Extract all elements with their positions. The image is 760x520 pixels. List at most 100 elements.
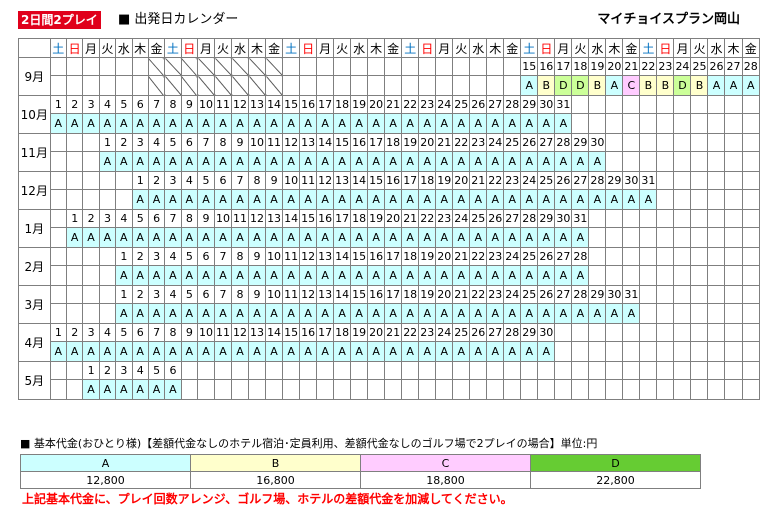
price-code[interactable]: A: [333, 189, 352, 210]
price-code[interactable]: A: [65, 113, 84, 134]
price-code[interactable]: A: [115, 341, 133, 362]
price-code[interactable]: A: [299, 151, 318, 172]
price-code[interactable]: A: [537, 341, 556, 362]
price-code[interactable]: A: [384, 265, 403, 286]
price-code[interactable]: A: [82, 341, 100, 362]
price-code[interactable]: A: [503, 265, 522, 286]
price-code[interactable]: A: [164, 151, 182, 172]
price-code[interactable]: A: [265, 227, 284, 248]
price-code[interactable]: A: [214, 189, 233, 210]
price-code[interactable]: A: [724, 75, 743, 96]
price-code[interactable]: A: [486, 151, 505, 172]
price-code[interactable]: A: [605, 75, 624, 96]
price-code[interactable]: A: [131, 189, 149, 210]
price-code[interactable]: A: [520, 227, 539, 248]
price-code[interactable]: A: [231, 341, 250, 362]
price-code[interactable]: A: [131, 151, 149, 172]
price-code[interactable]: A: [131, 379, 149, 400]
price-code[interactable]: A: [537, 303, 556, 324]
price-code[interactable]: A: [469, 265, 488, 286]
price-code[interactable]: A: [115, 227, 133, 248]
price-code[interactable]: A: [231, 151, 250, 172]
price-code[interactable]: A: [316, 341, 335, 362]
price-code[interactable]: A: [520, 303, 539, 324]
price-code[interactable]: A: [435, 341, 454, 362]
price-code[interactable]: A: [520, 341, 539, 362]
price-code[interactable]: A: [316, 227, 335, 248]
price-code[interactable]: A: [180, 341, 199, 362]
price-code[interactable]: A: [554, 151, 573, 172]
price-code[interactable]: A: [367, 227, 386, 248]
price-code[interactable]: A: [367, 151, 386, 172]
price-code[interactable]: A: [367, 113, 386, 134]
price-code[interactable]: A: [299, 113, 318, 134]
price-code[interactable]: A: [164, 113, 182, 134]
price-code[interactable]: A: [115, 265, 133, 286]
price-code[interactable]: A: [164, 189, 182, 210]
price-code[interactable]: A: [384, 303, 403, 324]
price-code[interactable]: A: [350, 303, 369, 324]
price-code[interactable]: A: [605, 189, 624, 210]
price-code[interactable]: B: [690, 75, 709, 96]
price-code[interactable]: A: [401, 303, 420, 324]
price-code[interactable]: A: [452, 151, 471, 172]
price-code[interactable]: A: [231, 303, 250, 324]
price-code[interactable]: A: [333, 303, 352, 324]
price-code[interactable]: A: [554, 113, 573, 134]
price-code[interactable]: A: [384, 341, 403, 362]
price-code[interactable]: A: [435, 151, 454, 172]
price-code[interactable]: A: [333, 113, 352, 134]
price-code[interactable]: A: [554, 265, 573, 286]
price-code[interactable]: A: [299, 341, 318, 362]
price-code[interactable]: A: [316, 151, 335, 172]
price-code[interactable]: A: [299, 189, 318, 210]
price-code[interactable]: A: [486, 113, 505, 134]
price-code[interactable]: A: [147, 151, 166, 172]
price-code[interactable]: A: [265, 341, 284, 362]
price-code[interactable]: A: [131, 303, 149, 324]
price-code[interactable]: A: [571, 303, 590, 324]
price-code[interactable]: A: [401, 227, 420, 248]
price-code[interactable]: A: [571, 189, 590, 210]
price-code[interactable]: C: [622, 75, 641, 96]
price-code[interactable]: A: [82, 379, 100, 400]
price-code[interactable]: A: [196, 341, 216, 362]
price-code[interactable]: A: [265, 303, 284, 324]
price-code[interactable]: A: [367, 189, 386, 210]
price-code[interactable]: A: [537, 151, 556, 172]
price-code[interactable]: A: [418, 265, 437, 286]
price-code[interactable]: A: [214, 265, 233, 286]
price-code[interactable]: A: [469, 341, 488, 362]
price-code[interactable]: A: [350, 265, 369, 286]
price-code[interactable]: A: [333, 341, 352, 362]
price-code[interactable]: A: [333, 151, 352, 172]
price-code[interactable]: A: [196, 303, 216, 324]
price-code[interactable]: A: [418, 151, 437, 172]
price-code[interactable]: A: [401, 341, 420, 362]
price-code[interactable]: A: [622, 189, 641, 210]
price-code[interactable]: A: [265, 113, 284, 134]
price-code[interactable]: A: [248, 265, 267, 286]
price-code[interactable]: A: [418, 227, 437, 248]
price-code[interactable]: A: [164, 379, 182, 400]
price-code[interactable]: A: [316, 189, 335, 210]
price-code[interactable]: A: [282, 227, 301, 248]
price-code[interactable]: A: [418, 341, 437, 362]
price-code[interactable]: A: [401, 151, 420, 172]
price-code[interactable]: A: [384, 189, 403, 210]
price-code[interactable]: A: [147, 303, 166, 324]
price-code[interactable]: A: [401, 265, 420, 286]
price-code[interactable]: A: [316, 303, 335, 324]
price-code[interactable]: A: [214, 303, 233, 324]
price-code[interactable]: A: [180, 227, 199, 248]
price-code[interactable]: A: [350, 227, 369, 248]
price-code[interactable]: A: [282, 151, 301, 172]
price-code[interactable]: A: [282, 113, 301, 134]
price-code[interactable]: A: [639, 189, 658, 210]
price-code[interactable]: A: [537, 113, 556, 134]
price-code[interactable]: A: [196, 265, 216, 286]
price-code[interactable]: A: [486, 303, 505, 324]
price-code[interactable]: A: [248, 151, 267, 172]
price-code[interactable]: A: [115, 151, 133, 172]
price-code[interactable]: A: [299, 227, 318, 248]
